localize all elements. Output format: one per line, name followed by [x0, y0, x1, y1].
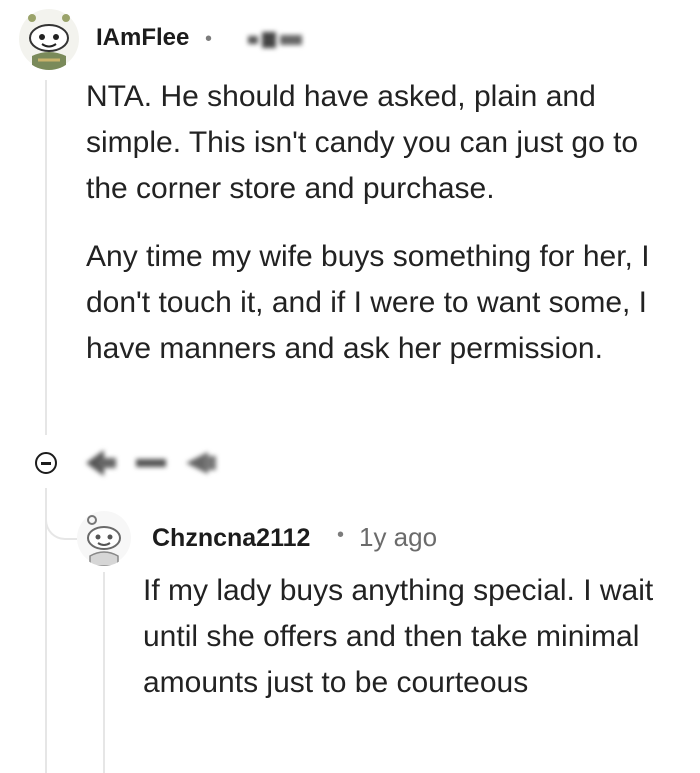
collapse-minus-icon[interactable]	[35, 452, 57, 474]
reply-username[interactable]: Chzncna2112	[152, 524, 310, 553]
thread-line[interactable]	[45, 80, 47, 435]
reply-text: If my lady buys anything special. I wait…	[143, 574, 654, 699]
comment-paragraph-2: Any time my wife buys something for her,…	[86, 240, 650, 365]
reply-connector-curve	[45, 500, 77, 540]
reply-timestamp: 1y ago	[359, 522, 438, 552]
blurred-timestamp	[246, 30, 306, 50]
reply-avatar[interactable]	[76, 510, 132, 566]
separator-dot: •	[205, 28, 213, 50]
blurred-vote-actions	[78, 446, 238, 480]
reply-thread-line[interactable]	[103, 572, 105, 773]
avatar[interactable]	[18, 8, 80, 70]
reply-connector	[45, 488, 47, 773]
comment-paragraph-1: NTA. He should have asked, plain and sim…	[86, 80, 639, 205]
comment-username[interactable]: IAmFlee	[96, 24, 189, 52]
snoo-avatar-icon	[19, 9, 79, 70]
snoo-avatar-outline-icon	[77, 511, 131, 566]
reply-separator-dot: •	[337, 524, 345, 546]
